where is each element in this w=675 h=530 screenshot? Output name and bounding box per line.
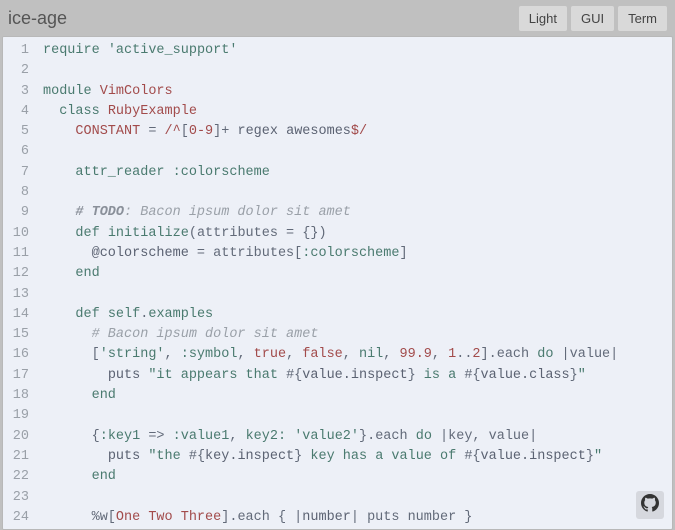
line-number: 20 [3, 427, 29, 447]
line-number: 5 [3, 122, 29, 142]
code-line: end [43, 467, 672, 487]
mode-buttons: Light GUI Term [519, 6, 667, 31]
code-line: def self.examples [43, 305, 672, 325]
line-number: 3 [3, 82, 29, 102]
line-number: 13 [3, 285, 29, 305]
code-line [43, 285, 672, 305]
light-button[interactable]: Light [519, 6, 567, 31]
line-number: 7 [3, 163, 29, 183]
code-line: ['string', :symbol, true, false, nil, 99… [43, 345, 672, 365]
line-number: 11 [3, 244, 29, 264]
code-line [43, 61, 672, 81]
line-number: 2 [3, 61, 29, 81]
code-line [43, 488, 672, 508]
term-button[interactable]: Term [618, 6, 667, 31]
line-number: 18 [3, 386, 29, 406]
code-line: puts "it appears that #{value.inspect} i… [43, 366, 672, 386]
line-number: 23 [3, 488, 29, 508]
gui-button[interactable]: GUI [571, 6, 614, 31]
line-number-gutter: 123456789101112131415161718192021222324 [3, 37, 35, 529]
code-line: attr_reader :colorscheme [43, 163, 672, 183]
line-number: 19 [3, 406, 29, 426]
code-line: # TODO: Bacon ipsum dolor sit amet [43, 203, 672, 223]
code-line [43, 406, 672, 426]
code-line: end [43, 386, 672, 406]
code-line: end [43, 264, 672, 284]
line-number: 24 [3, 508, 29, 528]
theme-title: ice-age [8, 8, 67, 29]
line-number: 1 [3, 41, 29, 61]
line-number: 8 [3, 183, 29, 203]
code-line [43, 142, 672, 162]
code-line: class RubyExample [43, 102, 672, 122]
code-line: {:key1 => :value1, key2: 'value2'}.each … [43, 427, 672, 447]
line-number: 17 [3, 366, 29, 386]
code-area[interactable]: require 'active_support'module VimColors… [35, 37, 672, 529]
line-number: 21 [3, 447, 29, 467]
code-line: @colorscheme = attributes[:colorscheme] [43, 244, 672, 264]
line-number: 14 [3, 305, 29, 325]
line-number: 10 [3, 224, 29, 244]
editor: 123456789101112131415161718192021222324 … [2, 36, 673, 530]
line-number: 6 [3, 142, 29, 162]
code-line: puts "the #{key.inspect} key has a value… [43, 447, 672, 467]
github-icon [641, 494, 659, 517]
line-number: 9 [3, 203, 29, 223]
github-link[interactable] [636, 491, 664, 519]
line-number: 22 [3, 467, 29, 487]
code-line: CONSTANT = /^[0-9]+ regex awesomes$/ [43, 122, 672, 142]
line-number: 16 [3, 345, 29, 365]
code-line: def initialize(attributes = {}) [43, 224, 672, 244]
code-line: module VimColors [43, 82, 672, 102]
code-line: %w[One Two Three].each { |number| puts n… [43, 508, 672, 528]
line-number: 4 [3, 102, 29, 122]
code-line [43, 183, 672, 203]
line-number: 12 [3, 264, 29, 284]
line-number: 15 [3, 325, 29, 345]
code-line: require 'active_support' [43, 41, 672, 61]
code-line: # Bacon ipsum dolor sit amet [43, 325, 672, 345]
topbar: ice-age Light GUI Term [0, 0, 675, 36]
